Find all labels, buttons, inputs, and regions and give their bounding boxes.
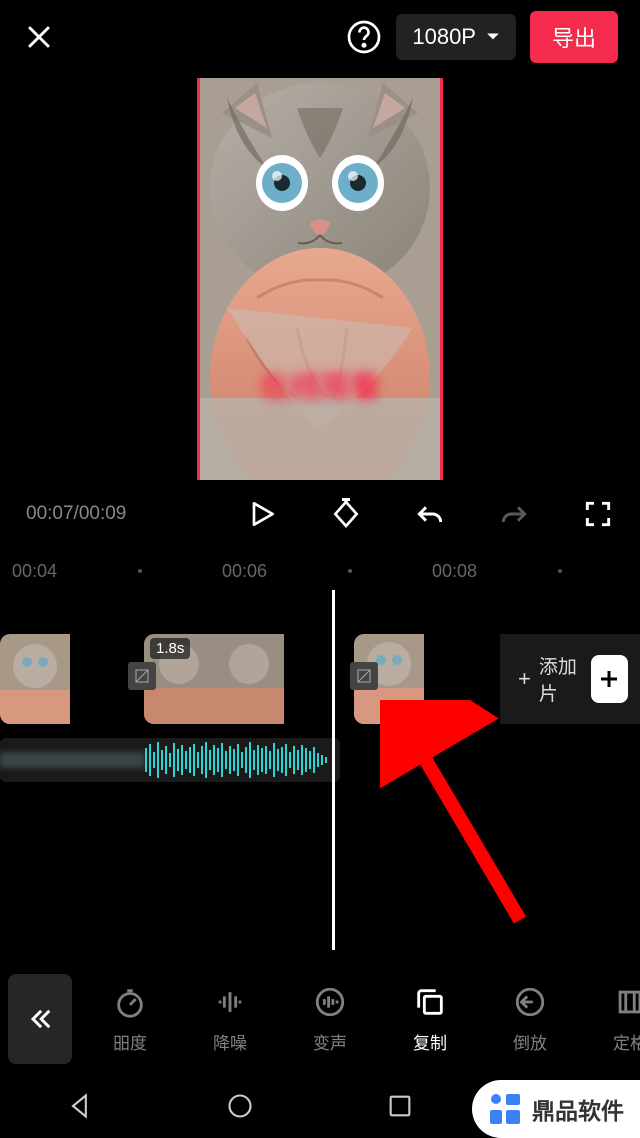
ruler-tick: 00:06 (222, 561, 267, 582)
collapse-button[interactable] (8, 974, 72, 1064)
add-segment-label: 添加片 (539, 652, 583, 706)
clip-duration-badge: 1.8s (150, 638, 190, 659)
tool-label: 昍度 (113, 1029, 147, 1054)
time-ruler: 00:04 00:06 00:08 (0, 556, 640, 586)
add-clip-button[interactable] (591, 655, 628, 703)
tool-freeze[interactable]: 定格 (580, 985, 640, 1054)
video-clip-1[interactable] (0, 634, 126, 724)
video-clip-2[interactable]: 1.8s (144, 634, 344, 724)
keyframe-icon[interactable] (330, 498, 362, 530)
resolution-dropdown[interactable]: 1080P (396, 14, 516, 60)
recent-icon[interactable] (386, 1092, 414, 1120)
reverse-icon (513, 985, 547, 1019)
preview-text-overlay: 在线观看 (260, 362, 380, 406)
copy-icon (413, 985, 447, 1019)
fullscreen-icon[interactable] (582, 498, 614, 530)
video-preview[interactable]: 在线观看 (197, 78, 443, 480)
tool-copy[interactable]: 复制 (380, 985, 480, 1054)
brand-logo-icon (486, 1090, 524, 1128)
transition-node-1[interactable] (128, 662, 156, 690)
ruler-tick: 00:04 (12, 561, 57, 582)
freeze-icon (613, 985, 640, 1019)
plus-icon: + (518, 666, 531, 692)
tool-label: 倒放 (513, 1029, 547, 1054)
tool-voice[interactable]: 变声 (280, 985, 380, 1054)
ruler-tick: 00:08 (432, 561, 477, 582)
export-button[interactable]: 导出 (530, 11, 618, 63)
help-icon[interactable] (346, 19, 382, 55)
back-icon[interactable] (66, 1092, 94, 1120)
tool-denoise[interactable]: 降噪 (180, 985, 280, 1054)
speed-icon (113, 985, 147, 1019)
tool-speed[interactable]: 昍度 (80, 985, 180, 1054)
tool-label: 变声 (313, 1029, 347, 1054)
denoise-icon (213, 985, 247, 1019)
resolution-label: 1080P (412, 24, 476, 50)
bottom-toolbar: 昍度 降噪 变声 复制 倒放 定格 (0, 964, 640, 1074)
close-icon[interactable] (22, 20, 56, 54)
tool-label: 复制 (413, 1029, 447, 1054)
undo-icon[interactable] (414, 498, 446, 530)
redo-icon[interactable] (498, 498, 530, 530)
brand-badge: 鼎品软件 (472, 1080, 640, 1138)
time-display: 00:07/00:09 (26, 503, 126, 525)
audio-track[interactable] (0, 738, 340, 782)
transition-node-2[interactable] (350, 662, 378, 690)
tool-reverse[interactable]: 倒放 (480, 985, 580, 1054)
home-icon[interactable] (226, 1092, 254, 1120)
play-icon[interactable] (246, 498, 278, 530)
tool-label: 降噪 (213, 1029, 247, 1054)
voice-icon (313, 985, 347, 1019)
timeline[interactable]: 1.8s + 添加片 (0, 594, 640, 964)
playhead[interactable] (332, 590, 335, 950)
tool-label: 定格 (613, 1029, 640, 1054)
brand-name: 鼎品软件 (532, 1092, 624, 1126)
